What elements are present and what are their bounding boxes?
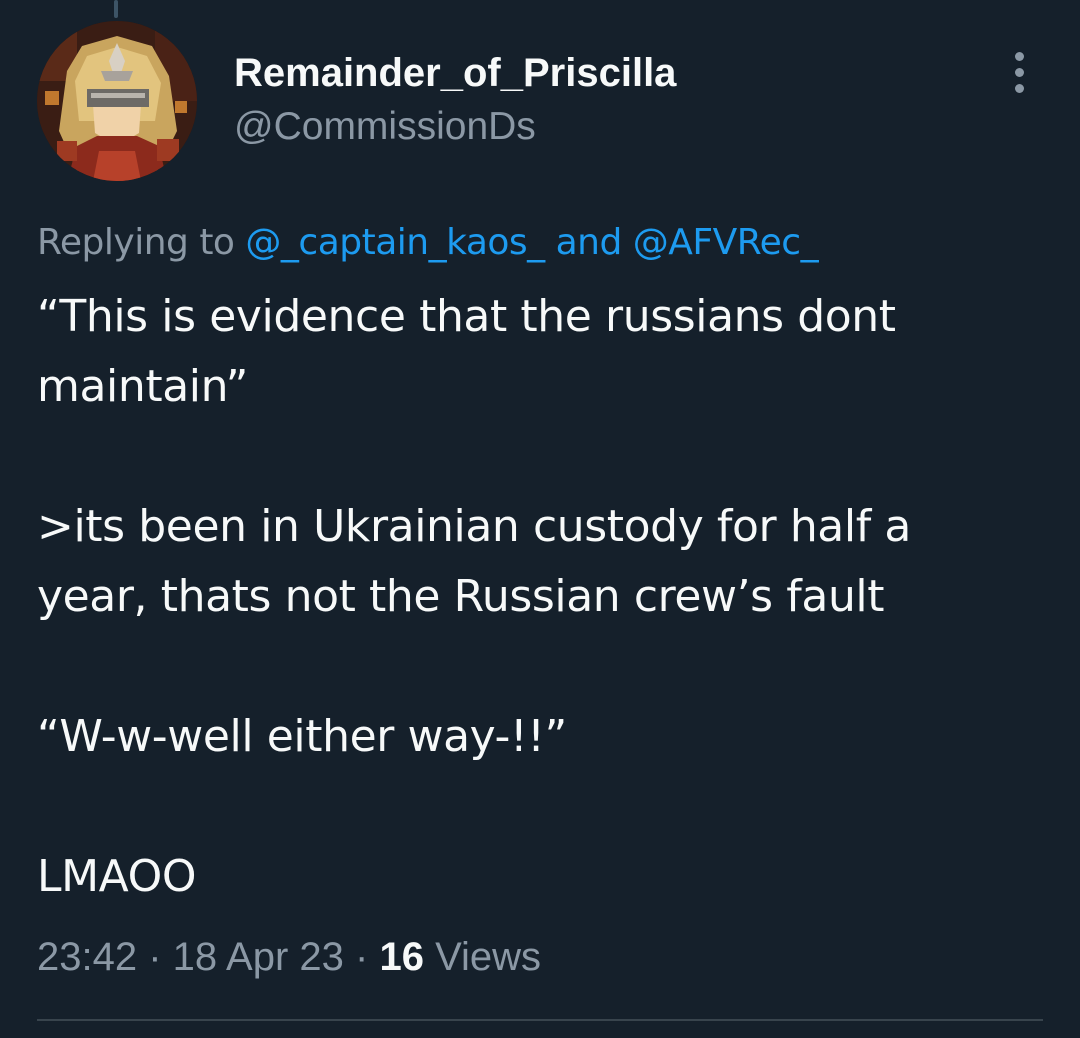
reply-context: Replying to @_captain_kaos_ and @AFVRec_: [37, 216, 819, 270]
mention-link-captain-kaos[interactable]: @_captain_kaos_: [245, 222, 545, 263]
tweet-text-line: “W-w-well either way-!!”: [37, 711, 567, 762]
tweet-text-line: “This is evidence that the russians dont: [37, 291, 896, 342]
tweet-text-line: year, thats not the Russian crew’s fault: [37, 571, 885, 622]
views-label[interactable]: Views: [424, 935, 541, 979]
views-count[interactable]: 16: [379, 935, 424, 979]
tweet-text-line: maintain”: [37, 361, 249, 412]
reply-conjunction: and: [544, 222, 633, 263]
meta-separator: ·: [343, 935, 380, 979]
avatar-image: [37, 21, 197, 181]
tweet-text-line: >its been in Ukrainian custody for half …: [37, 501, 911, 552]
author-display-name[interactable]: Remainder_of_Priscilla: [234, 48, 676, 98]
tweet-text-line: LMAOO: [37, 851, 197, 902]
tweet-time[interactable]: 23:42: [37, 935, 137, 979]
tweet-metadata: 23:42 · 18 Apr 23 · 16 Views: [37, 928, 541, 986]
divider: [37, 1019, 1043, 1021]
tweet-detail-view: Remainder_of_Priscilla @CommissionDs Rep…: [0, 0, 1080, 1038]
thread-connector-line: [114, 0, 118, 18]
tweet-date[interactable]: 18 Apr 23: [173, 935, 344, 979]
author-handle[interactable]: @CommissionDs: [234, 102, 536, 152]
avatar[interactable]: [37, 21, 197, 181]
more-vertical-icon[interactable]: [1000, 44, 1040, 100]
tweet-text: “This is evidence that the russians dont…: [37, 282, 1047, 912]
meta-separator: ·: [137, 935, 173, 979]
reply-prefix: Replying to: [37, 222, 246, 263]
mention-link-afvrec[interactable]: @AFVRec_: [633, 222, 819, 263]
